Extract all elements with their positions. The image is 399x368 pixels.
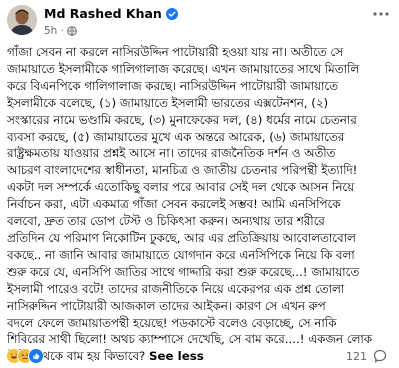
author-avatar[interactable] [7, 5, 37, 35]
post-footer: 121 [0, 346, 399, 368]
like-react-icon [28, 348, 44, 364]
post-line: বদলে ফেলে জামায়াতপন্থী হয়েছে! পডকাস্টে… [7, 315, 337, 330]
reaction-summary[interactable] [6, 348, 44, 364]
post-meta: 5h · [44, 25, 77, 37]
post-line: করে বিএনপিকে গালিগালাজ করছে। নাসিরউদ্দিন… [7, 78, 339, 93]
comment-count[interactable]: 121 [346, 350, 367, 363]
more-dots-icon [373, 12, 389, 16]
globe-icon [67, 26, 77, 36]
post-line: জামায়াতে ইসলামীকে গালিগালাজ করেছে। এখন … [7, 61, 360, 76]
comment-icon[interactable] [373, 349, 387, 363]
post-line: নাসিরুদ্দিন পাটোয়ারী আজকাল তাদের আইকন। … [7, 298, 326, 313]
facebook-post: Md Rashed Khan 5h · গাঁজা সেবন না করলে ন… [0, 0, 399, 368]
author-name-row: Md Rashed Khan [44, 7, 178, 21]
post-line: রাষ্ট্রক্ষমতায় যাওয়ার প্রশ্নই আসে না। … [7, 146, 336, 161]
post-line: প্রতিদিন যে পরিমাণ নিকোটিন ঢুকছে, আর এর … [7, 230, 356, 245]
post-line: ইসলামীকে বলেছে, (১) জামায়াতে ইসলামী ভার… [7, 95, 329, 110]
post-line: বকছে.. না জানি আবার জামায়াতে যোগদান করে… [7, 247, 355, 262]
post-line: নির্বাচন করা, এটা একমাত্র গাঁজা সেবন করল… [7, 197, 341, 212]
avatar-image [7, 5, 37, 35]
post-line: গাঁজা সেবন না করলে নাসিরউদ্দিন পাটোয়ারী… [7, 45, 343, 59]
post-line: ব্যবসা করছে, (৫) জামায়াতের মুখে এক অন্ত… [7, 129, 345, 144]
meta-separator: · [57, 25, 65, 37]
post-header: Md Rashed Khan 5h · [0, 0, 399, 44]
post-line: আচরণ বাংলাদেশের স্বাধীনতা, মানচিত্র ও জা… [7, 163, 358, 178]
author-name[interactable]: Md Rashed Khan [44, 7, 162, 21]
verified-badge-icon [165, 8, 178, 20]
post-timestamp[interactable]: 5h [44, 25, 57, 37]
post-text: গাঁজা সেবন না করলে নাসিরউদ্দিন পাটোয়ারী… [7, 44, 395, 365]
more-options-button[interactable] [369, 6, 393, 22]
post-line: বলবো, দ্রুত তার ডোপ টেস্ট ও চিকিৎসা করুন… [7, 214, 325, 229]
post-line: ইসলামী পারেও বটে! তাদের রাজনীতিকে নিয়ে … [7, 281, 345, 296]
post-line: একটা দল সম্পর্কে এতোকিছু বলার পরে আবার স… [7, 180, 355, 195]
post-line: শুরু করে যে, এনসিপি জাতির সাথে গাদ্দারি … [7, 264, 360, 279]
post-line: সংস্কারের নামে ভণ্ডামি করছে, (৩) মুনাফেক… [7, 112, 357, 127]
